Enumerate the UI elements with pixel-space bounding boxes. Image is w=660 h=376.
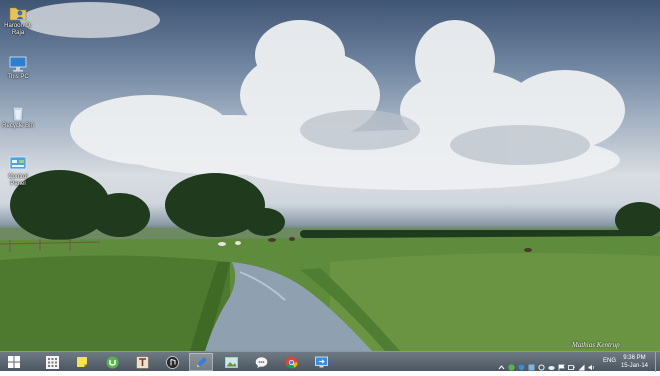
clock-time: 9:36 PM [623, 355, 646, 361]
paint-icon [196, 356, 207, 367]
desktop-icon-user-folder[interactable]: Haroon Q. Raja [2, 4, 34, 37]
input-language-indicator[interactable]: ENG [603, 358, 616, 364]
landscape-scene [0, 2, 660, 351]
desktop-icon-label: Haroon Q. Raja [4, 23, 32, 36]
taskbar-item-remote-desktop[interactable] [309, 353, 333, 371]
network-signal-icon[interactable] [578, 358, 585, 371]
wallpaper-credit: Mathias Kentrup [572, 341, 620, 349]
desktop-wallpaper: Haroon Q. Raja This PC Recycle Bin Contr… [0, 0, 660, 351]
utorrent-icon [106, 356, 118, 368]
desktop-icon-label: This PC [7, 74, 29, 80]
show-desktop-button[interactable] [655, 352, 660, 372]
control-panel-icon [8, 155, 28, 173]
desktop-icon-control-panel[interactable]: Control Panel [2, 155, 34, 188]
tray-shield-icon[interactable] [518, 358, 525, 371]
messenger-icon [255, 356, 267, 368]
tray-sync-icon[interactable] [538, 358, 545, 371]
system-clock[interactable]: 9:36 PM 15-Jan-14 [621, 354, 648, 370]
taskbar: ENG 9:36 PM 15-Jan-14 [0, 351, 660, 372]
taskbar-item-chrome[interactable] [279, 353, 303, 371]
clock-date: 15-Jan-14 [620, 363, 648, 369]
windows-start-icon [8, 356, 20, 368]
text-editor-icon [135, 355, 149, 369]
taskbar-item-apps-grid[interactable] [40, 353, 64, 371]
taskbar-item-messenger[interactable] [249, 353, 273, 371]
taskbar-item-text-editor[interactable] [130, 353, 154, 371]
power-battery-icon[interactable] [568, 358, 575, 370]
taskbar-item-photo-viewer[interactable] [219, 353, 243, 371]
this-pc-icon [8, 55, 28, 73]
tray-app-icon[interactable] [528, 358, 535, 371]
desktop-icon-label: Control Panel [8, 174, 28, 187]
tray-utorrent-icon[interactable] [508, 358, 515, 371]
apps-grid-icon [45, 355, 59, 369]
taskbar-item-sticky-notes[interactable] [70, 353, 94, 371]
sticky-notes-icon [77, 357, 87, 367]
action-center-flag-icon[interactable] [558, 358, 565, 371]
chrome-icon [285, 356, 297, 369]
volume-icon[interactable] [588, 358, 595, 371]
remote-desktop-icon [314, 356, 328, 367]
tray-cloud-icon[interactable] [548, 358, 555, 370]
recycle-bin-icon [8, 104, 28, 122]
taskbar-item-utorrent[interactable] [100, 353, 124, 371]
start-button[interactable] [2, 353, 26, 371]
user-folder-icon [8, 4, 28, 22]
desktop-icon-recycle-bin[interactable]: Recycle Bin [2, 104, 34, 130]
taskbar-item-media-player[interactable] [160, 353, 184, 371]
desktop-icon-label: Recycle Bin [2, 123, 34, 129]
media-player-icon [165, 355, 179, 369]
desktop-icon-this-pc[interactable]: This PC [2, 55, 34, 81]
photo-viewer-icon [224, 356, 238, 368]
taskbar-item-paint[interactable] [189, 353, 213, 371]
tray-expand-icon[interactable] [498, 358, 505, 370]
